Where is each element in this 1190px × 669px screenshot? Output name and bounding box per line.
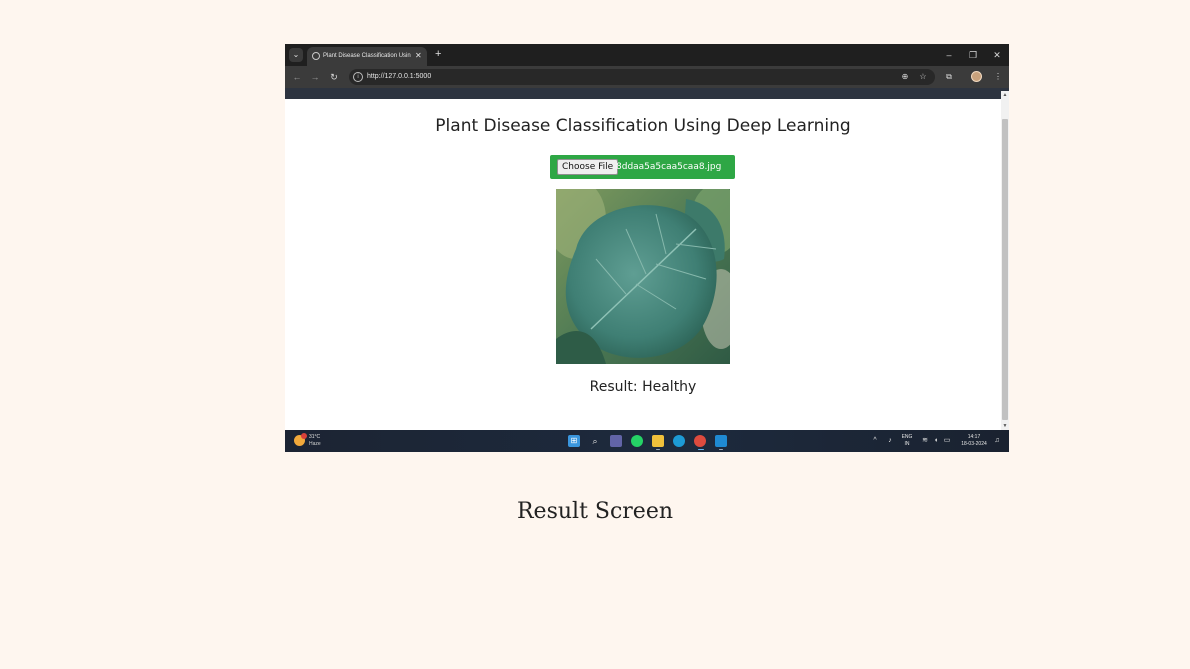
windows-taskbar: 31°C Haze ⊞ ⌕ ^ ♪ ENG IN ≋ ◖ ▭ 14:17 18-… <box>285 430 1009 452</box>
tab-close-icon[interactable]: ✕ <box>415 50 422 62</box>
tab-title: Plant Disease Classification Using <box>323 53 411 59</box>
address-bar[interactable]: i http://127.0.0.1:5000 ⊕ ☆ <box>349 69 935 85</box>
vscode-icon[interactable] <box>715 435 727 447</box>
notification-bell-icon[interactable]: ♫ <box>992 435 1002 447</box>
whatsapp-icon[interactable] <box>631 435 643 447</box>
language-top[interactable]: ENG <box>898 434 916 440</box>
back-icon[interactable]: ← <box>291 71 303 83</box>
choose-file-button[interactable]: Choose File <box>557 159 619 175</box>
tab-search-icon[interactable]: ⌄ <box>289 48 303 62</box>
page-header-strip <box>285 88 1009 99</box>
running-indicator <box>656 449 660 450</box>
selected-file-name: 8ddaa5a5caa5caa8.jpg <box>616 162 722 172</box>
forward-icon[interactable]: → <box>309 71 321 83</box>
scroll-thumb[interactable] <box>1002 119 1008 420</box>
language-bottom[interactable]: IN <box>898 441 916 447</box>
menu-icon[interactable]: ⋮ <box>992 71 1004 83</box>
search-icon[interactable]: ⌕ <box>589 435 601 447</box>
result-text: Result: Healthy <box>589 379 697 395</box>
screenshot-frame: ⌄ Plant Disease Classification Using ✕ +… <box>285 44 1009 452</box>
close-window-icon[interactable]: ✕ <box>989 48 1005 62</box>
browser-toolbar: ← → ↻ i http://127.0.0.1:5000 ⊕ ☆ ⧉ ⋮ <box>285 66 1009 88</box>
microphone-icon[interactable]: ♪ <box>885 435 895 447</box>
extensions-icon[interactable]: ⧉ <box>943 71 955 83</box>
weather-badge <box>301 433 307 439</box>
start-icon[interactable]: ⊞ <box>568 435 580 447</box>
weather-condition: Haze <box>309 441 321 447</box>
figure-caption: Result Screen <box>516 499 674 524</box>
uploaded-leaf-image <box>556 189 730 364</box>
browser-tab-strip: ⌄ Plant Disease Classification Using ✕ +… <box>285 44 1009 66</box>
web-page: Plant Disease Classification Using Deep … <box>285 99 1001 430</box>
new-tab-button[interactable]: + <box>435 48 441 61</box>
clock-date[interactable]: 18-03-2024 <box>957 441 991 447</box>
chevron-up-icon[interactable]: ^ <box>870 435 880 447</box>
clock-time[interactable]: 14:17 <box>957 434 991 440</box>
file-explorer-icon[interactable] <box>652 435 664 447</box>
running-indicator <box>719 449 723 450</box>
wifi-icon[interactable]: ≋ <box>920 435 930 447</box>
volume-icon[interactable]: ◖ <box>931 435 941 447</box>
weather-temperature: 31°C <box>309 434 321 440</box>
chrome-icon[interactable] <box>694 435 706 447</box>
bookmark-star-icon[interactable]: ☆ <box>917 71 929 83</box>
file-upload-field[interactable]: Choose File 8ddaa5a5caa5caa8.jpg <box>550 155 735 179</box>
page-title: Plant Disease Classification Using Deep … <box>435 116 851 136</box>
profile-avatar[interactable] <box>971 71 982 82</box>
edge-icon[interactable] <box>673 435 685 447</box>
reload-icon[interactable]: ↻ <box>328 71 340 83</box>
zoom-icon[interactable]: ⊕ <box>899 71 911 83</box>
scroll-down-icon[interactable]: ▼ <box>1001 422 1009 430</box>
browser-tab[interactable]: Plant Disease Classification Using ✕ <box>307 47 427 66</box>
scroll-up-icon[interactable]: ▲ <box>1001 91 1009 99</box>
site-info-icon[interactable]: i <box>353 72 363 82</box>
page-scrollbar[interactable]: ▲ ▼ <box>1001 91 1009 430</box>
url-text[interactable]: http://127.0.0.1:5000 <box>367 71 431 83</box>
minimize-icon[interactable]: – <box>941 48 957 62</box>
battery-icon[interactable]: ▭ <box>942 435 952 447</box>
teams-icon[interactable] <box>610 435 622 447</box>
active-indicator <box>698 449 704 450</box>
globe-icon <box>312 52 320 60</box>
restore-icon[interactable]: ❐ <box>965 48 981 62</box>
